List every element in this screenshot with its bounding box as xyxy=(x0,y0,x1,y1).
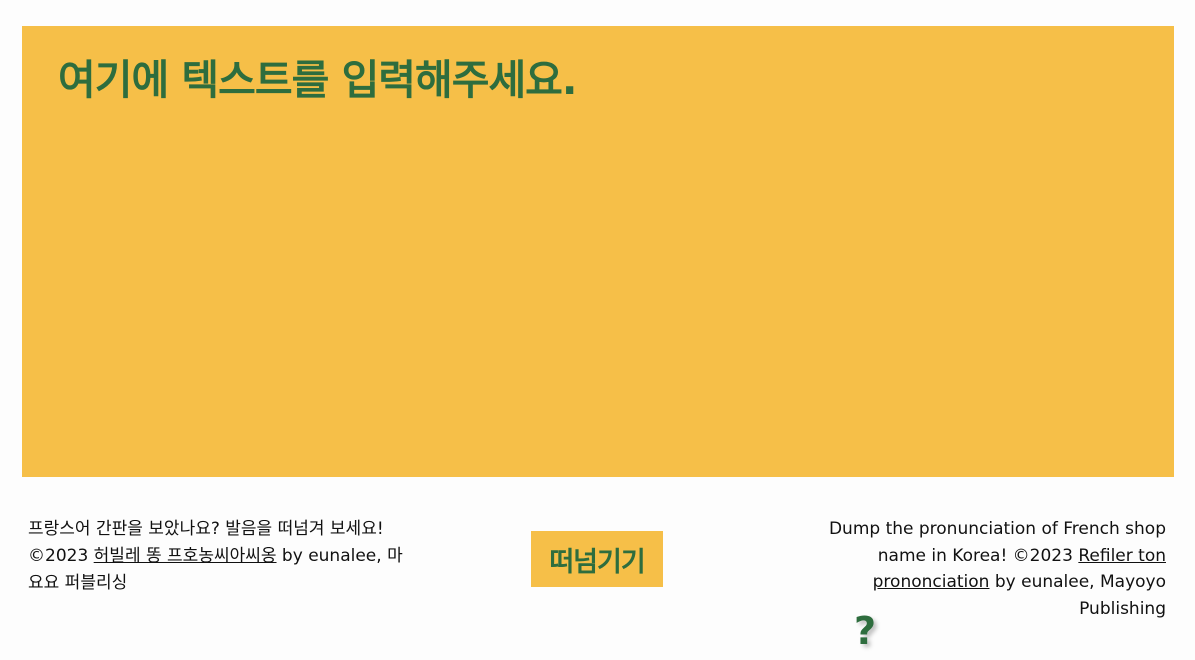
footer-english-info: Dump the pronunciation of French shop na… xyxy=(821,516,1166,622)
footer-english-credit: by eunalee, Mayoyo Publishing xyxy=(989,572,1166,619)
footer-korean-intro: 프랑스어 간판을 보았나요? 발음을 떠넘겨 보세요! xyxy=(28,519,384,539)
dump-button[interactable]: 떠넘기기 xyxy=(531,531,663,587)
footer-korean-info: 프랑스어 간판을 보았나요? 발음을 떠넘겨 보세요! ©2023 허빌레 똥 … xyxy=(28,516,408,597)
text-input-placeholder: 여기에 텍스트를 입력해주세요. xyxy=(58,56,577,104)
text-input-area[interactable]: 여기에 텍스트를 입력해주세요. xyxy=(22,26,1174,477)
footer-korean-copyright: ©2023 xyxy=(28,546,94,566)
help-icon[interactable]: ? xyxy=(854,612,876,650)
footer-korean-project-link[interactable]: 허빌레 똥 프호농씨아씨옹 xyxy=(94,546,277,566)
